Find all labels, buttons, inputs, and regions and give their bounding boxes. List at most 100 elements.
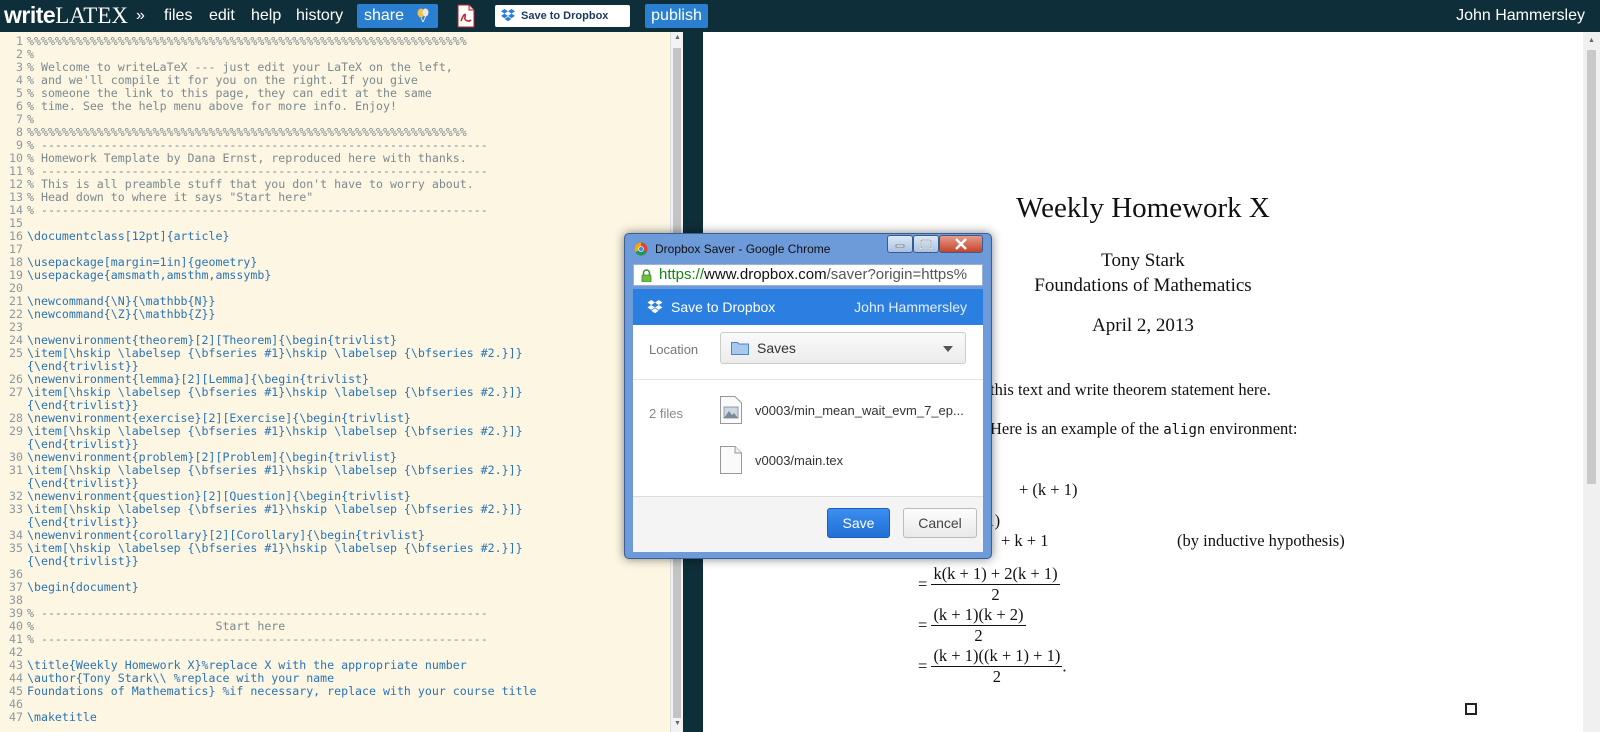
logo-latex-text: LATEX <box>55 3 129 28</box>
writelatex-logo[interactable]: write LATEX <box>4 2 128 30</box>
file-item: v0003/min_mean_wait_evm_7_ep... <box>719 395 979 427</box>
line-number: 25 <box>9 346 23 360</box>
image-file-icon <box>720 396 742 424</box>
text-file-icon <box>720 446 742 474</box>
line-number: 35 <box>9 541 23 555</box>
dropbox-logo-icon <box>647 300 663 314</box>
editor-line[interactable]: 22 \newcommand{\Z}{\mathbb{Z}} <box>0 308 670 321</box>
line-text: \documentclass[12pt]{article} <box>27 229 230 243</box>
line-number: 31 <box>9 463 23 477</box>
menu-history[interactable]: history <box>296 0 343 32</box>
chevron-down-icon <box>943 346 953 352</box>
eq5-denominator: 2 <box>992 667 1001 686</box>
eq3-sign: = <box>918 574 928 594</box>
menu-help[interactable]: help <box>251 0 281 32</box>
eq4: = (k + 1)(k + 2) 2 <box>918 605 1026 646</box>
eq3-denominator: 2 <box>991 585 1000 604</box>
balloons-icon <box>417 8 429 22</box>
location-value: Saves <box>757 340 796 356</box>
editor-line[interactable]: 37 \begin{document} <box>0 581 670 594</box>
location-select[interactable]: Saves <box>720 332 966 364</box>
eq3-numerator: k(k + 1) + 2(k + 1) <box>931 564 1060 585</box>
line-text: % --------------------------------------… <box>27 203 488 217</box>
line-text: \begin{document} <box>27 580 139 594</box>
saver-header-user: John Hammersley <box>854 299 967 315</box>
editor-line[interactable]: 14% ------------------------------------… <box>0 204 670 217</box>
doc-paragraph-2: Here is an example of the align environm… <box>990 419 1297 439</box>
save-to-dropbox-button[interactable]: Save to Dropbox <box>495 5 630 27</box>
preview-scroll-thumb[interactable] <box>1587 50 1596 484</box>
line-text: % time. See the help menu above for more… <box>27 99 397 113</box>
saver-header-label: Save to Dropbox <box>671 299 776 315</box>
line-text: \maketitle <box>27 710 97 724</box>
save-button[interactable]: Save <box>827 508 890 538</box>
editor-lines[interactable]: 1%%%%%%%%%%%%%%%%%%%%%%%%%%%%%%%%%%%%%%%… <box>0 35 670 724</box>
eq5-period: . <box>1062 656 1067 676</box>
line-text: \usepackage{amsmath,amsthm,amssymb} <box>27 268 272 282</box>
close-icon <box>955 238 967 250</box>
lock-icon <box>641 269 652 282</box>
minimize-icon <box>895 244 905 248</box>
eq4-numerator: (k + 1)(k + 2) <box>931 605 1026 626</box>
dropbox-icon <box>501 9 515 22</box>
editor-line[interactable]: 6% time. See the help menu above for mor… <box>0 100 670 113</box>
menu-files[interactable]: files <box>164 0 192 32</box>
line-text: % --------------------------------------… <box>27 632 488 646</box>
maximize-icon <box>920 239 932 249</box>
close-button[interactable] <box>939 235 983 253</box>
files-count-label: 2 files <box>649 406 683 421</box>
line-number: 27 <box>9 385 23 399</box>
url-scheme: https:// <box>659 266 705 283</box>
saver-footer: Save Cancel <box>633 496 983 552</box>
editor-line[interactable]: 45 Foundations of Mathematics} %if necess… <box>0 685 670 698</box>
editor-line[interactable]: 19 \usepackage{amsmath,amsthm,amssymb} <box>0 269 670 282</box>
editor-line[interactable]: 46 <box>0 698 670 711</box>
cancel-button[interactable]: Cancel <box>903 508 977 538</box>
code-editor[interactable]: 1%%%%%%%%%%%%%%%%%%%%%%%%%%%%%%%%%%%%%%%… <box>0 32 683 732</box>
dropbox-saver-window: Dropbox Saver - Google Chrome https://ww… <box>624 233 992 559</box>
editor-line[interactable]: {\end{trivlist}} <box>0 555 670 568</box>
separator <box>633 379 983 380</box>
window-title: Dropbox Saver - Google Chrome <box>655 242 831 256</box>
folder-icon <box>731 342 749 355</box>
minimize-button[interactable] <box>887 235 913 253</box>
user-menu[interactable]: John Hammersley <box>1456 0 1585 32</box>
publish-button[interactable]: publish <box>645 4 708 28</box>
editor-line[interactable]: 16 \documentclass[12pt]{article} <box>0 230 670 243</box>
logo-write-text: write <box>4 2 56 28</box>
preview-scrollbar[interactable]: ▲ <box>1583 32 1600 732</box>
sync-checkbox[interactable] <box>1465 703 1477 715</box>
collapse-chevron[interactable]: » <box>136 0 145 32</box>
file-item: v0003/main.tex <box>719 445 979 477</box>
share-button[interactable]: share <box>357 4 438 28</box>
line-text: %%%%%%%%%%%%%%%%%%%%%%%%%%%%%%%%%%%%%%%%… <box>27 34 467 48</box>
p2-code: align <box>1163 422 1206 438</box>
url-path: /saver?origin=https% <box>826 266 968 283</box>
file-name: v0003/min_mean_wait_evm_7_ep... <box>755 403 964 418</box>
url-host: www.dropbox.com <box>704 266 827 283</box>
menu-edit[interactable]: edit <box>209 0 235 32</box>
eq4-denominator: 2 <box>974 626 983 645</box>
maximize-button[interactable] <box>913 235 939 253</box>
line-text: {\end{trivlist}} <box>27 554 139 568</box>
eq5-numerator: (k + 1)((k + 1) + 1) <box>931 646 1063 667</box>
eq1-rest: + (k + 1) <box>1019 480 1078 499</box>
address-bar[interactable]: https://www.dropbox.com/saver?origin=htt… <box>633 264 983 286</box>
p2-after: environment: <box>1205 419 1298 438</box>
line-number: 33 <box>9 502 23 516</box>
dropbox-label: Save to Dropbox <box>521 10 609 22</box>
editor-line[interactable]: 41% ------------------------------------… <box>0 633 670 646</box>
line-text: \newcommand{\Z}{\mathbb{Z}} <box>27 307 216 321</box>
saver-header: Save to Dropbox John Hammersley <box>633 289 983 325</box>
pdf-download-icon[interactable] <box>456 4 476 28</box>
line-number: 29 <box>9 424 23 438</box>
eq2-note: (by inductive hypothesis) <box>1177 531 1345 550</box>
location-label: Location <box>649 342 699 357</box>
line-text: Foundations of Mathematics} %if necessar… <box>27 684 537 698</box>
eq5-sign: = <box>918 656 928 676</box>
editor-line[interactable]: 1%%%%%%%%%%%%%%%%%%%%%%%%%%%%%%%%%%%%%%%… <box>0 35 670 48</box>
window-titlebar[interactable]: Dropbox Saver - Google Chrome <box>625 234 991 262</box>
preview-scroll-up-icon[interactable]: ▲ <box>1585 35 1598 47</box>
doc-title: Weekly Homework X <box>1016 192 1270 224</box>
editor-line[interactable]: 47 \maketitle <box>0 711 670 724</box>
